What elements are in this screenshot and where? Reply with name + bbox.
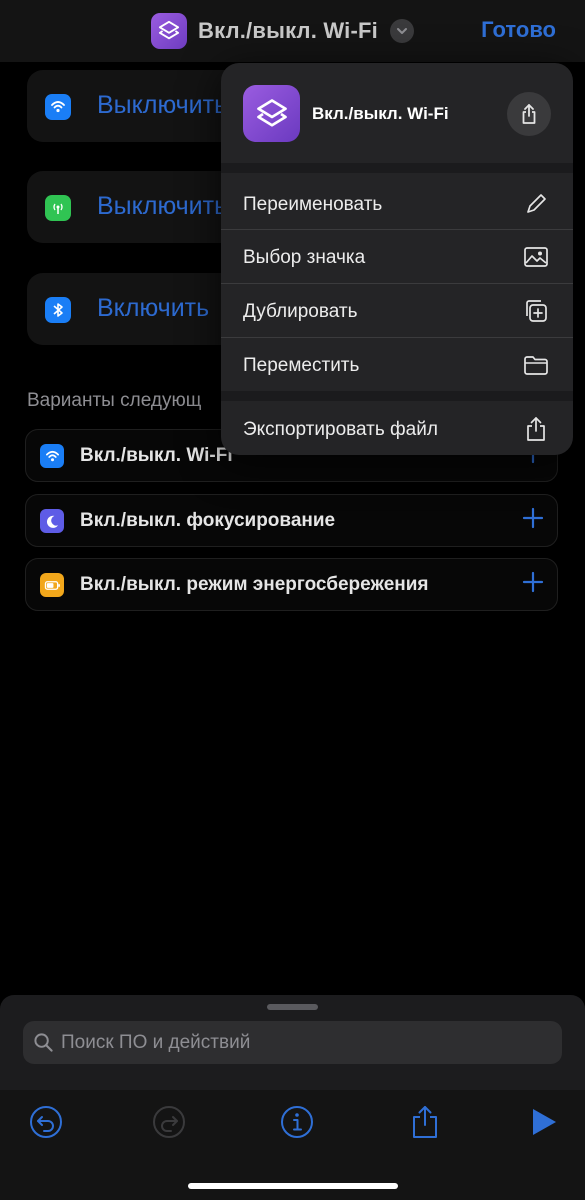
menu-header: Вкл./выкл. Wi-Fi xyxy=(221,63,573,163)
menu-item-duplicate[interactable]: Дублировать xyxy=(221,284,573,337)
suggestion-label: Вкл./выкл. режим энергосбережения xyxy=(80,574,429,595)
undo-icon[interactable] xyxy=(28,1104,64,1140)
action-label[interactable]: Выключить xyxy=(97,91,227,120)
search-placeholder: Поиск ПО и действий xyxy=(61,1032,251,1053)
nav-bar: Вкл./выкл. Wi-Fi Готово xyxy=(0,0,585,62)
menu-item-label: Экспортировать файл xyxy=(243,419,438,440)
suggestions-title: Варианты следующ xyxy=(27,390,202,411)
wifi-icon xyxy=(45,94,71,120)
share-icon[interactable] xyxy=(507,92,551,136)
shortcut-title-button[interactable]: Вкл./выкл. Wi-Fi xyxy=(151,13,414,49)
suggestion-label: Вкл./выкл. Wi-Fi xyxy=(80,445,233,466)
play-icon[interactable] xyxy=(525,1104,561,1140)
menu-item-rename[interactable]: Переименовать xyxy=(221,177,573,230)
actions-sheet: Поиск ПО и действий xyxy=(0,995,585,1090)
shortcut-context-menu: Вкл./выкл. Wi-Fi Переименовать Выбор зна… xyxy=(221,63,573,455)
pencil-icon xyxy=(527,194,546,213)
menu-item-label: Выбор значка xyxy=(243,247,366,268)
menu-item-move[interactable]: Переместить xyxy=(221,338,573,391)
share-icon xyxy=(527,417,545,441)
shortcuts-layers-icon xyxy=(151,13,187,49)
menu-item-label: Переместить xyxy=(243,355,360,376)
menu-item-choose-icon[interactable]: Выбор значка xyxy=(221,230,573,283)
menu-divider xyxy=(221,391,573,401)
suggestion-item[interactable]: Вкл./выкл. режим энергосбережения xyxy=(25,558,558,611)
action-label[interactable]: Включить xyxy=(97,294,209,323)
duplicate-icon xyxy=(526,300,547,322)
suggestion-item[interactable]: Вкл./выкл. фокусирование xyxy=(25,494,558,547)
plus-icon[interactable] xyxy=(521,570,545,594)
cellular-antenna-icon xyxy=(45,195,71,221)
menu-item-export[interactable]: Экспортировать файл xyxy=(221,402,573,455)
search-input[interactable]: Поиск ПО и действий xyxy=(23,1021,562,1064)
bluetooth-icon xyxy=(45,297,71,323)
menu-item-label: Дублировать xyxy=(243,301,358,322)
info-icon[interactable] xyxy=(279,1104,315,1140)
redo-icon[interactable] xyxy=(151,1104,187,1140)
shortcuts-layers-icon xyxy=(243,85,300,142)
home-indicator xyxy=(188,1183,398,1189)
plus-icon[interactable] xyxy=(521,506,545,530)
nav-title: Вкл./выкл. Wi-Fi xyxy=(198,18,378,43)
chevron-down-icon[interactable] xyxy=(389,19,414,43)
share-icon[interactable] xyxy=(407,1104,443,1140)
wifi-icon xyxy=(40,444,64,468)
search-icon xyxy=(34,1033,53,1052)
action-label[interactable]: Выключить xyxy=(97,192,227,221)
image-icon xyxy=(524,247,548,267)
suggestion-label: Вкл./выкл. фокусирование xyxy=(80,510,336,531)
sheet-grabber[interactable] xyxy=(267,1004,318,1010)
moon-icon xyxy=(40,509,64,533)
menu-shortcut-name: Вкл./выкл. Wi-Fi xyxy=(312,104,449,123)
menu-item-label: Переименовать xyxy=(243,194,383,215)
battery-icon xyxy=(40,573,64,597)
menu-divider xyxy=(221,163,573,173)
done-button[interactable]: Готово xyxy=(481,17,556,43)
folder-icon xyxy=(524,356,548,375)
